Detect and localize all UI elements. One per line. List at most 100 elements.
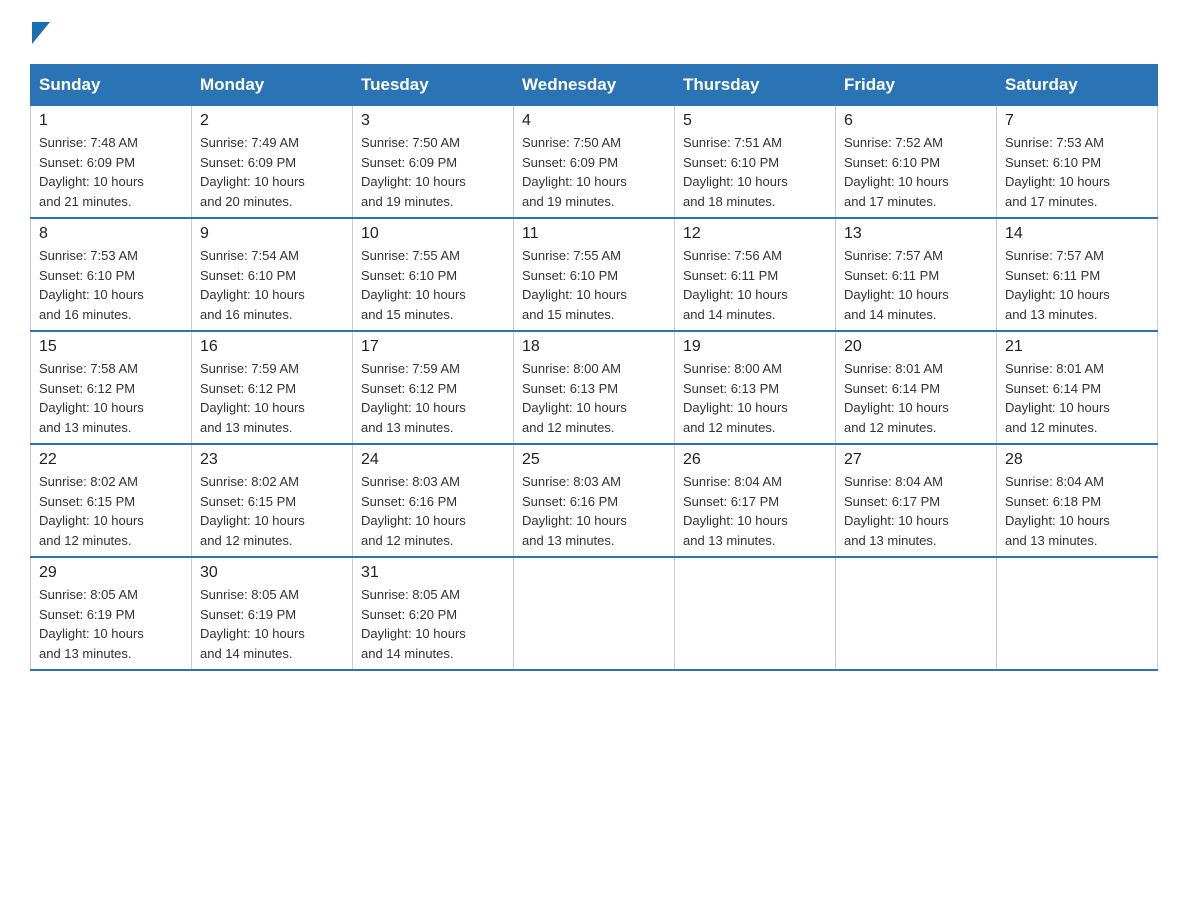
page-header [30, 20, 1158, 44]
day-number: 12 [683, 225, 827, 243]
day-info: Sunrise: 7:52 AM Sunset: 6:10 PM Dayligh… [844, 133, 988, 211]
day-number: 13 [844, 225, 988, 243]
calendar-cell: 3 Sunrise: 7:50 AM Sunset: 6:09 PM Dayli… [353, 106, 514, 219]
day-number: 23 [200, 451, 344, 469]
day-number: 30 [200, 564, 344, 582]
day-info: Sunrise: 7:48 AM Sunset: 6:09 PM Dayligh… [39, 133, 183, 211]
day-info: Sunrise: 8:04 AM Sunset: 6:18 PM Dayligh… [1005, 472, 1149, 550]
day-info: Sunrise: 8:05 AM Sunset: 6:19 PM Dayligh… [200, 585, 344, 663]
calendar-cell: 16 Sunrise: 7:59 AM Sunset: 6:12 PM Dayl… [192, 331, 353, 444]
day-info: Sunrise: 7:50 AM Sunset: 6:09 PM Dayligh… [522, 133, 666, 211]
week-row-4: 22 Sunrise: 8:02 AM Sunset: 6:15 PM Dayl… [31, 444, 1158, 557]
calendar-cell [836, 557, 997, 670]
day-number: 3 [361, 112, 505, 130]
logo-icon [32, 22, 50, 44]
day-info: Sunrise: 8:01 AM Sunset: 6:14 PM Dayligh… [1005, 359, 1149, 437]
day-info: Sunrise: 7:51 AM Sunset: 6:10 PM Dayligh… [683, 133, 827, 211]
calendar-cell: 4 Sunrise: 7:50 AM Sunset: 6:09 PM Dayli… [514, 106, 675, 219]
day-number: 25 [522, 451, 666, 469]
calendar-cell: 25 Sunrise: 8:03 AM Sunset: 6:16 PM Dayl… [514, 444, 675, 557]
calendar-cell: 2 Sunrise: 7:49 AM Sunset: 6:09 PM Dayli… [192, 106, 353, 219]
calendar-table: SundayMondayTuesdayWednesdayThursdayFrid… [30, 64, 1158, 671]
calendar-cell: 12 Sunrise: 7:56 AM Sunset: 6:11 PM Dayl… [675, 218, 836, 331]
day-info: Sunrise: 8:00 AM Sunset: 6:13 PM Dayligh… [522, 359, 666, 437]
day-info: Sunrise: 7:59 AM Sunset: 6:12 PM Dayligh… [361, 359, 505, 437]
day-info: Sunrise: 7:56 AM Sunset: 6:11 PM Dayligh… [683, 246, 827, 324]
calendar-cell: 10 Sunrise: 7:55 AM Sunset: 6:10 PM Dayl… [353, 218, 514, 331]
weekday-header-row: SundayMondayTuesdayWednesdayThursdayFrid… [31, 65, 1158, 106]
day-number: 27 [844, 451, 988, 469]
day-number: 19 [683, 338, 827, 356]
day-info: Sunrise: 7:49 AM Sunset: 6:09 PM Dayligh… [200, 133, 344, 211]
day-number: 11 [522, 225, 666, 243]
day-number: 20 [844, 338, 988, 356]
calendar-cell: 21 Sunrise: 8:01 AM Sunset: 6:14 PM Dayl… [997, 331, 1158, 444]
day-number: 5 [683, 112, 827, 130]
day-number: 17 [361, 338, 505, 356]
day-number: 8 [39, 225, 183, 243]
day-number: 4 [522, 112, 666, 130]
day-info: Sunrise: 7:54 AM Sunset: 6:10 PM Dayligh… [200, 246, 344, 324]
calendar-cell: 11 Sunrise: 7:55 AM Sunset: 6:10 PM Dayl… [514, 218, 675, 331]
calendar-cell: 24 Sunrise: 8:03 AM Sunset: 6:16 PM Dayl… [353, 444, 514, 557]
day-number: 1 [39, 112, 183, 130]
calendar-cell: 17 Sunrise: 7:59 AM Sunset: 6:12 PM Dayl… [353, 331, 514, 444]
calendar-cell: 29 Sunrise: 8:05 AM Sunset: 6:19 PM Dayl… [31, 557, 192, 670]
day-number: 31 [361, 564, 505, 582]
day-info: Sunrise: 8:00 AM Sunset: 6:13 PM Dayligh… [683, 359, 827, 437]
day-info: Sunrise: 8:02 AM Sunset: 6:15 PM Dayligh… [200, 472, 344, 550]
day-number: 6 [844, 112, 988, 130]
day-info: Sunrise: 8:01 AM Sunset: 6:14 PM Dayligh… [844, 359, 988, 437]
day-number: 22 [39, 451, 183, 469]
calendar-cell [997, 557, 1158, 670]
day-number: 24 [361, 451, 505, 469]
calendar-cell [675, 557, 836, 670]
calendar-cell: 27 Sunrise: 8:04 AM Sunset: 6:17 PM Dayl… [836, 444, 997, 557]
weekday-header-saturday: Saturday [997, 65, 1158, 106]
day-info: Sunrise: 7:53 AM Sunset: 6:10 PM Dayligh… [1005, 133, 1149, 211]
day-info: Sunrise: 8:02 AM Sunset: 6:15 PM Dayligh… [39, 472, 183, 550]
day-info: Sunrise: 7:59 AM Sunset: 6:12 PM Dayligh… [200, 359, 344, 437]
calendar-cell: 7 Sunrise: 7:53 AM Sunset: 6:10 PM Dayli… [997, 106, 1158, 219]
logo [30, 20, 50, 44]
day-info: Sunrise: 8:03 AM Sunset: 6:16 PM Dayligh… [361, 472, 505, 550]
calendar-cell: 28 Sunrise: 8:04 AM Sunset: 6:18 PM Dayl… [997, 444, 1158, 557]
day-info: Sunrise: 8:05 AM Sunset: 6:20 PM Dayligh… [361, 585, 505, 663]
week-row-3: 15 Sunrise: 7:58 AM Sunset: 6:12 PM Dayl… [31, 331, 1158, 444]
weekday-header-wednesday: Wednesday [514, 65, 675, 106]
day-info: Sunrise: 8:03 AM Sunset: 6:16 PM Dayligh… [522, 472, 666, 550]
day-info: Sunrise: 7:50 AM Sunset: 6:09 PM Dayligh… [361, 133, 505, 211]
week-row-5: 29 Sunrise: 8:05 AM Sunset: 6:19 PM Dayl… [31, 557, 1158, 670]
day-info: Sunrise: 7:55 AM Sunset: 6:10 PM Dayligh… [361, 246, 505, 324]
day-number: 18 [522, 338, 666, 356]
day-info: Sunrise: 8:04 AM Sunset: 6:17 PM Dayligh… [844, 472, 988, 550]
weekday-header-tuesday: Tuesday [353, 65, 514, 106]
calendar-cell: 19 Sunrise: 8:00 AM Sunset: 6:13 PM Dayl… [675, 331, 836, 444]
day-number: 9 [200, 225, 344, 243]
calendar-cell: 31 Sunrise: 8:05 AM Sunset: 6:20 PM Dayl… [353, 557, 514, 670]
day-number: 14 [1005, 225, 1149, 243]
calendar-cell: 30 Sunrise: 8:05 AM Sunset: 6:19 PM Dayl… [192, 557, 353, 670]
calendar-cell: 18 Sunrise: 8:00 AM Sunset: 6:13 PM Dayl… [514, 331, 675, 444]
day-info: Sunrise: 8:05 AM Sunset: 6:19 PM Dayligh… [39, 585, 183, 663]
day-info: Sunrise: 7:55 AM Sunset: 6:10 PM Dayligh… [522, 246, 666, 324]
day-number: 16 [200, 338, 344, 356]
calendar-cell: 13 Sunrise: 7:57 AM Sunset: 6:11 PM Dayl… [836, 218, 997, 331]
week-row-1: 1 Sunrise: 7:48 AM Sunset: 6:09 PM Dayli… [31, 106, 1158, 219]
week-row-2: 8 Sunrise: 7:53 AM Sunset: 6:10 PM Dayli… [31, 218, 1158, 331]
calendar-cell: 8 Sunrise: 7:53 AM Sunset: 6:10 PM Dayli… [31, 218, 192, 331]
day-number: 2 [200, 112, 344, 130]
calendar-cell: 1 Sunrise: 7:48 AM Sunset: 6:09 PM Dayli… [31, 106, 192, 219]
day-number: 15 [39, 338, 183, 356]
calendar-cell: 14 Sunrise: 7:57 AM Sunset: 6:11 PM Dayl… [997, 218, 1158, 331]
calendar-cell: 20 Sunrise: 8:01 AM Sunset: 6:14 PM Dayl… [836, 331, 997, 444]
day-info: Sunrise: 7:57 AM Sunset: 6:11 PM Dayligh… [1005, 246, 1149, 324]
day-number: 21 [1005, 338, 1149, 356]
day-info: Sunrise: 7:58 AM Sunset: 6:12 PM Dayligh… [39, 359, 183, 437]
calendar-cell: 15 Sunrise: 7:58 AM Sunset: 6:12 PM Dayl… [31, 331, 192, 444]
calendar-cell: 23 Sunrise: 8:02 AM Sunset: 6:15 PM Dayl… [192, 444, 353, 557]
calendar-cell: 22 Sunrise: 8:02 AM Sunset: 6:15 PM Dayl… [31, 444, 192, 557]
day-info: Sunrise: 7:53 AM Sunset: 6:10 PM Dayligh… [39, 246, 183, 324]
day-number: 10 [361, 225, 505, 243]
weekday-header-monday: Monday [192, 65, 353, 106]
